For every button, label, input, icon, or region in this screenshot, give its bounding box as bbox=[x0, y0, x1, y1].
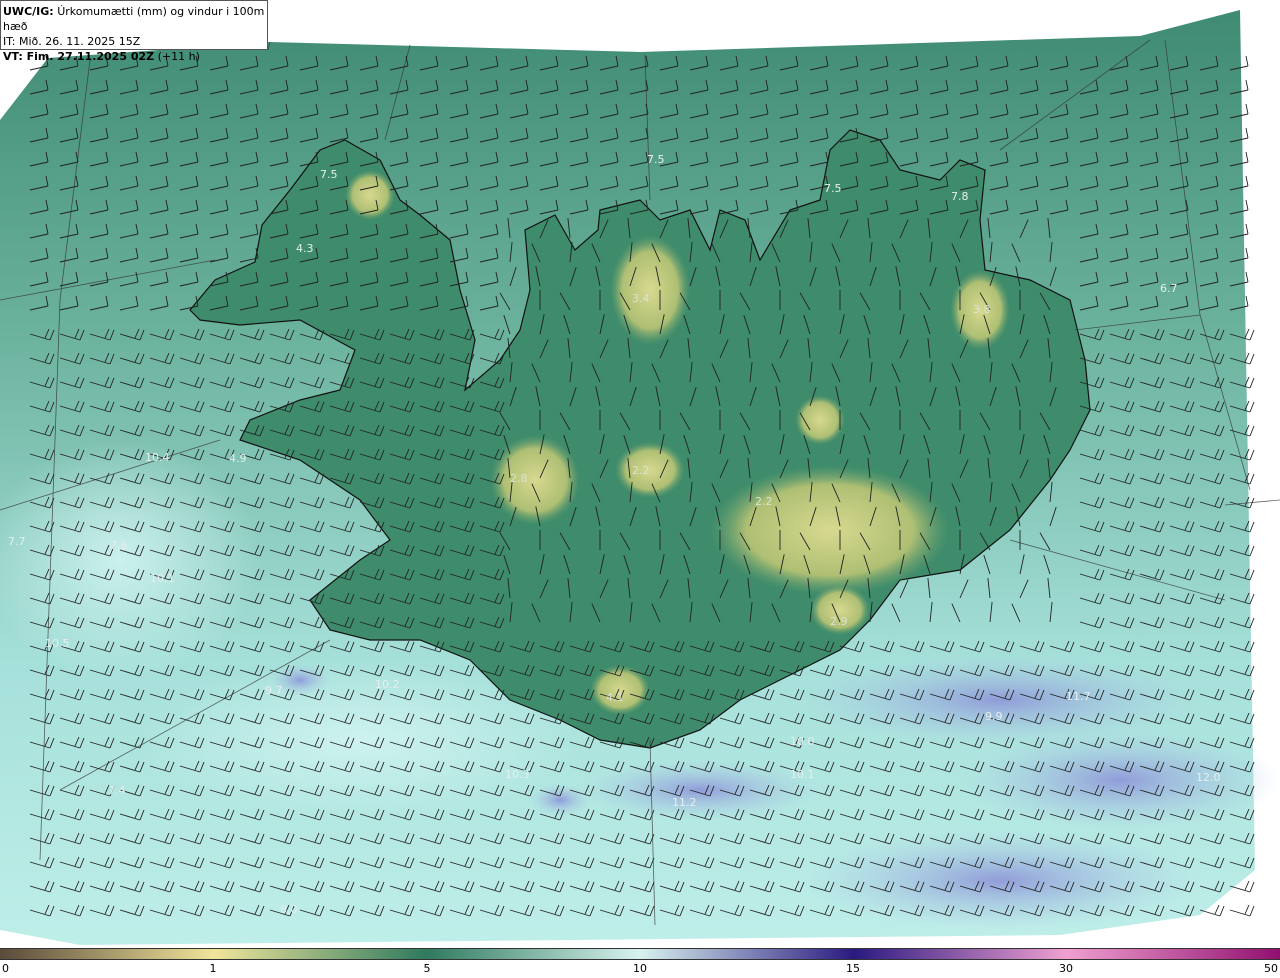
point-value: 7.4 bbox=[108, 784, 126, 797]
colorbar-tick: 0 bbox=[2, 962, 9, 975]
point-value: 7.5 bbox=[824, 182, 842, 195]
issue-time: IT: Mið. 26. 11. 2025 15Z bbox=[3, 35, 141, 48]
point-value: 10.1 bbox=[150, 572, 175, 585]
valid-time-line: VT: Fim. 27.11.2025 02Z (+11 h) bbox=[3, 49, 265, 64]
point-value: 4.1 bbox=[606, 691, 624, 704]
point-value: 4.9 bbox=[229, 452, 247, 465]
valid-time: VT: Fim. 27.11.2025 02Z bbox=[3, 50, 155, 63]
point-value: 3.8 bbox=[973, 303, 991, 316]
point-value: 11.2 bbox=[672, 796, 697, 809]
colorbar-tick: 50 bbox=[1264, 962, 1278, 975]
point-value: 10.3 bbox=[505, 768, 530, 781]
point-value: 10.4 bbox=[145, 451, 170, 464]
point-value: 2.2 bbox=[755, 495, 773, 508]
point-value: 11.7 bbox=[1066, 690, 1091, 703]
point-value: 2.2 bbox=[632, 464, 650, 477]
point-value: 4.3 bbox=[296, 242, 314, 255]
colorbar-tick: 15 bbox=[846, 962, 860, 975]
colorbar-tick: 1 bbox=[209, 962, 217, 975]
point-value: 3.4 bbox=[632, 292, 650, 305]
map-info-box: UWC/IG: Úrkomumætti (mm) og vindur i 100… bbox=[0, 0, 268, 63]
point-value: 10.2 bbox=[375, 678, 400, 691]
point-value: 10.0 bbox=[790, 735, 815, 748]
product-label: UWC/IG: bbox=[3, 5, 54, 18]
point-value: 7.7 bbox=[8, 535, 26, 548]
colorbar-tick: 10 bbox=[633, 962, 647, 975]
point-value: 2.9 bbox=[830, 615, 848, 628]
point-value: 12.0 bbox=[1196, 771, 1221, 784]
point-value: 7.5 bbox=[320, 168, 338, 181]
point-value: 7.5 bbox=[647, 153, 665, 166]
point-value: 9.7 bbox=[265, 684, 283, 697]
forecast-offset: (+11 h) bbox=[157, 50, 200, 63]
point-value: 8.0 bbox=[280, 903, 298, 916]
wind-barb-icon bbox=[1229, 904, 1255, 917]
point-value: 7.6 bbox=[110, 539, 128, 552]
point-value: 9.9 bbox=[985, 710, 1003, 723]
colorbar-tick: 30 bbox=[1059, 962, 1073, 975]
point-value: 2.8 bbox=[510, 472, 528, 485]
point-value: 6.7 bbox=[1160, 282, 1178, 295]
point-value: 7.8 bbox=[951, 190, 969, 203]
colorbar-tick: 5 bbox=[423, 962, 431, 975]
point-value: 10.1 bbox=[790, 768, 815, 781]
precipitation-colorbar bbox=[0, 948, 1280, 960]
point-value: 10.5 bbox=[45, 637, 70, 650]
precipitation-wind-map: 7.5 4.3 7.5 7.5 7.8 3.4 3.8 6.7 10.4 4.9… bbox=[0, 10, 1280, 945]
title-line: UWC/IG: Úrkomumætti (mm) og vindur i 100… bbox=[3, 4, 265, 34]
